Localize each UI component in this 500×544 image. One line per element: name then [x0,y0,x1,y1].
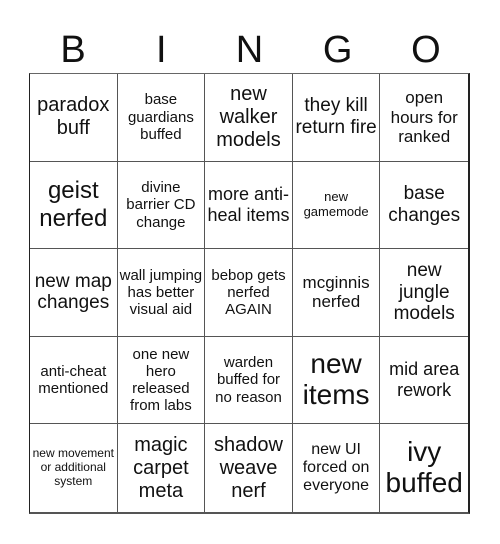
cell-text: new items [302,348,370,411]
bingo-cell-r2-c2[interactable]: divine barrier CD change [117,161,206,250]
cell-text: new UI forced on everyone [302,440,370,495]
bingo-cell-r1-c3[interactable]: new walker models [205,74,293,162]
bingo-cell-r1-c1[interactable]: paradox buff [30,74,118,162]
bingo-cell-r2-c1[interactable]: geist nerfed [30,161,118,250]
bingo-cell-r2-c3[interactable]: more anti-heal items [205,161,293,250]
bingo-cell-r5-c5[interactable]: ivy buffed [380,424,468,512]
header-letter-b: B [60,29,86,71]
cell-text: magic carpet meta [133,433,189,502]
bingo-cell-r4-c3[interactable]: warden buffed for no reason [205,336,293,425]
header-letter-o: O [411,29,441,71]
cell-text: shadow weave nerf [214,433,283,502]
cell-text: ivy buffed [385,436,463,499]
cell-text: new jungle models [393,259,455,325]
bingo-cell-r2-c5[interactable]: base changes [380,162,468,250]
bingo-cell-r1-c5[interactable]: open hours for ranked [380,74,468,162]
cell-text: base changes [388,183,461,226]
cell-text: divine barrier CD change [126,179,196,231]
cell-text: paradox buff [37,94,110,140]
bingo-cell-r4-c2[interactable]: one new hero released from labs [117,336,206,425]
bingo-cell-r4-c1[interactable]: anti-cheat mentioned [30,336,118,425]
bingo-cell-r3-c3[interactable]: bebop gets nerfed AGAIN [205,249,293,337]
header-letter-n: N [235,29,264,71]
bingo-cell-r3-c4[interactable]: mcginnis nerfed [292,249,381,337]
bingo-cell-r2-c4[interactable]: new gamemode [292,161,381,250]
bingo-header: B I N G O [29,28,470,73]
bingo-cell-r3-c2[interactable]: wall jumping has better visual aid [117,249,206,337]
cell-text: new map changes [34,270,112,314]
bingo-cell-r3-c5[interactable]: new jungle models [380,249,468,337]
cell-text: more anti-heal items [207,184,290,225]
bingo-card-grid: paradox buff base guardians buffed new w… [29,73,470,514]
cell-text: bebop gets nerfed AGAIN [211,266,286,319]
bingo-cell-r5-c4[interactable]: new UI forced on everyone [293,424,381,512]
bingo-cell-r4-c5[interactable]: mid area rework [380,337,468,425]
cell-text: geist nerfed [39,177,108,232]
cell-text: warden buffed for no reason [215,354,282,406]
bingo-cell-r5-c1[interactable]: new movement or additional system [30,424,118,512]
cell-text: new gamemode [303,188,369,219]
header-letter-i: I [156,29,167,71]
cell-text: new walker models [216,82,281,151]
bingo-cell-r1-c2[interactable]: base guardians buffed [117,74,206,162]
bingo-cell-r5-c3[interactable]: shadow weave nerf [205,424,293,512]
bingo-cell-r3-c1[interactable]: new map changes [30,249,118,337]
cell-text: one new hero released from labs [130,345,192,415]
cell-text: open hours for ranked [390,87,458,147]
cell-text: anti-cheat mentioned [38,362,109,398]
cell-text: mcginnis nerfed [302,272,370,312]
bingo-cell-r4-c4[interactable]: new items [292,336,381,425]
header-letter-g: G [322,29,353,71]
cell-text: base guardians buffed [127,91,194,143]
cell-text: they kill return fire [295,95,377,139]
cell-text: wall jumping has better visual aid [119,266,203,319]
bingo-cell-r1-c4[interactable]: they kill return fire [292,74,381,162]
bingo-cell-r5-c2[interactable]: magic carpet meta [118,424,206,512]
cell-text: mid area rework [389,359,460,401]
cell-text: new movement or additional system [32,446,114,489]
